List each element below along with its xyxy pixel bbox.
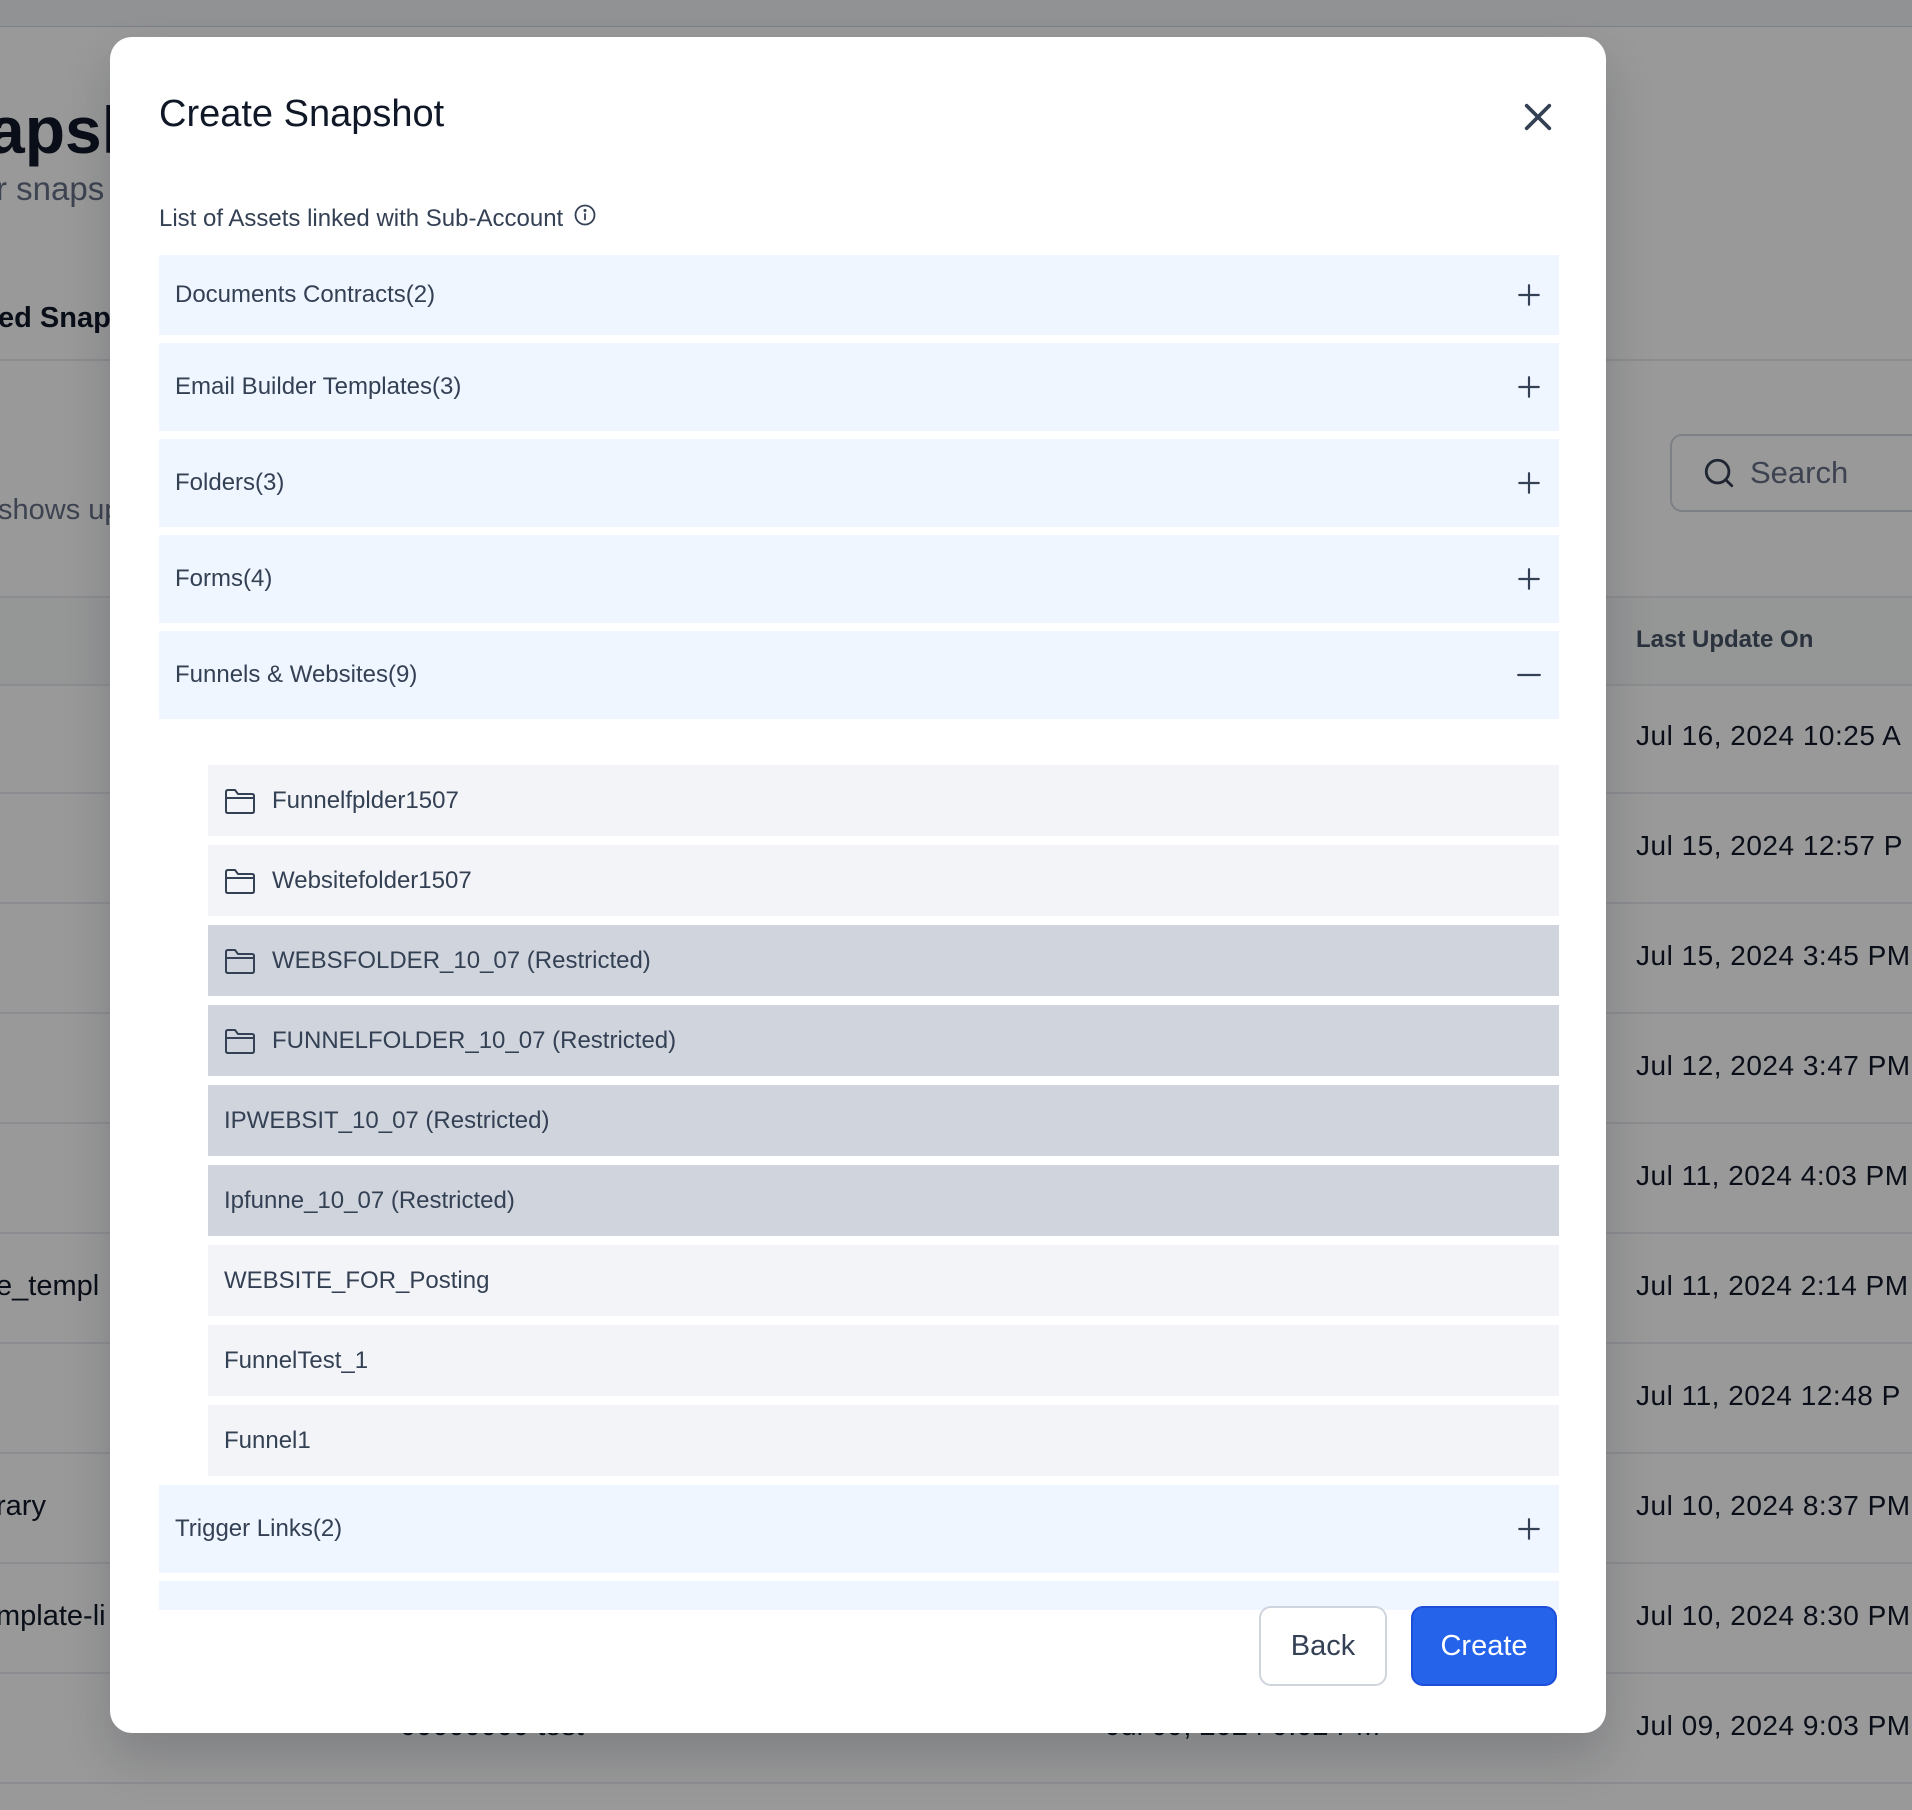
funnel-item-folder[interactable]: Funnelfplder1507 [208,765,1559,836]
funnel-item-label: FunnelTest_1 [224,1346,369,1374]
plus-icon[interactable] [1515,565,1543,593]
section-funnels-websites[interactable]: Funnels & Websites(9) [159,631,1559,719]
section-label: Folders(3) [175,469,285,496]
funnel-item-label: Funnel1 [224,1426,311,1454]
section-label: Funnels & Websites(9) [175,661,418,688]
section-folders[interactable]: Folders(3) [159,439,1559,527]
section-label: Email Builder Templates(3) [175,373,462,400]
funnel-item-folder[interactable]: Websitefolder1507 [208,845,1559,916]
folder-icon [224,947,256,975]
folder-icon [224,787,256,815]
funnel-item-restricted[interactable]: Ipfunne_10_07 (Restricted) [208,1165,1559,1236]
folder-icon [224,1027,256,1055]
funnel-item-label: Websitefolder1507 [272,866,472,894]
funnel-item-label: WEBSFOLDER_10_07 (Restricted) [272,946,651,974]
plus-icon[interactable] [1515,373,1543,401]
assets-list-label: List of Assets linked with Sub-Account [159,203,597,233]
funnel-item-folder-restricted[interactable]: WEBSFOLDER_10_07 (Restricted) [208,925,1559,996]
funnel-item-restricted[interactable]: IPWEBSIT_10_07 (Restricted) [208,1085,1559,1156]
funnel-item-label: Ipfunne_10_07 (Restricted) [224,1186,515,1214]
plus-icon[interactable] [1515,1515,1543,1543]
funnel-item-label: WEBSITE_FOR_Posting [224,1266,490,1294]
section-forms[interactable]: Forms(4) [159,535,1559,623]
funnel-item[interactable]: Funnel1 [208,1405,1559,1476]
create-button[interactable]: Create [1411,1606,1557,1686]
funnel-item[interactable]: WEBSITE_FOR_Posting [208,1245,1559,1316]
assets-list-label-text: List of Assets linked with Sub-Account [159,205,564,232]
minus-icon[interactable] [1515,661,1543,689]
section-label: Forms(4) [175,565,273,592]
assets-list[interactable]: Documents Contracts(2) Email Builder Tem… [159,255,1559,1610]
close-button[interactable] [1510,89,1566,145]
section-email-builder-templates[interactable]: Email Builder Templates(3) [159,343,1559,431]
info-icon[interactable] [573,203,597,227]
funnel-item[interactable]: FunnelTest_1 [208,1325,1559,1396]
section-label: Documents Contracts(2) [175,281,436,308]
funnel-item-label: IPWEBSIT_10_07 (Restricted) [224,1106,550,1134]
back-button[interactable]: Back [1259,1606,1387,1686]
close-icon [1521,100,1555,134]
section-trigger-links[interactable]: Trigger Links(2) [159,1485,1559,1573]
plus-icon[interactable] [1515,469,1543,497]
section-documents-contracts[interactable]: Documents Contracts(2) [159,255,1559,335]
create-snapshot-modal: Create Snapshot List of Assets linked wi… [110,37,1606,1733]
modal-title: Create Snapshot [159,93,445,135]
funnel-item-label: FUNNELFOLDER_10_07 (Restricted) [272,1026,677,1054]
folder-icon [224,867,256,895]
section-label: Trigger Links(2) [175,1515,343,1542]
plus-icon[interactable] [1515,281,1543,309]
funnel-item-folder-restricted[interactable]: FUNNELFOLDER_10_07 (Restricted) [208,1005,1559,1076]
funnel-item-label: Funnelfplder1507 [272,786,459,814]
